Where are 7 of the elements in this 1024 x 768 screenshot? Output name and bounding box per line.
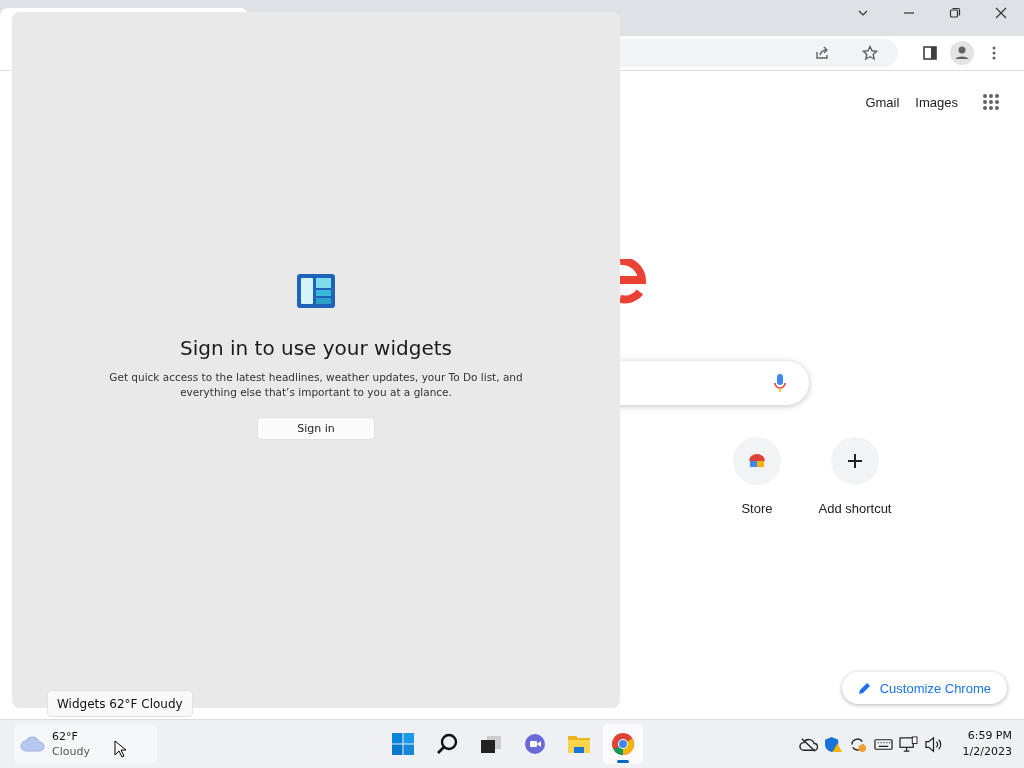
temperature-text: 62°F xyxy=(52,729,79,744)
condition-text: Cloudy xyxy=(52,744,90,759)
tooltip: Widgets 62°F Cloudy xyxy=(47,690,193,717)
time-text: 6:59 PM xyxy=(967,728,1012,744)
panel-description: Get quick access to the latest headlines, weather updates, your To Do list, and everything else that’s important to you at a glance. xyxy=(108,370,524,400)
date-text: 1/2/2023 xyxy=(962,744,1012,760)
panel-title: Sign in to use your widgets xyxy=(180,336,452,360)
